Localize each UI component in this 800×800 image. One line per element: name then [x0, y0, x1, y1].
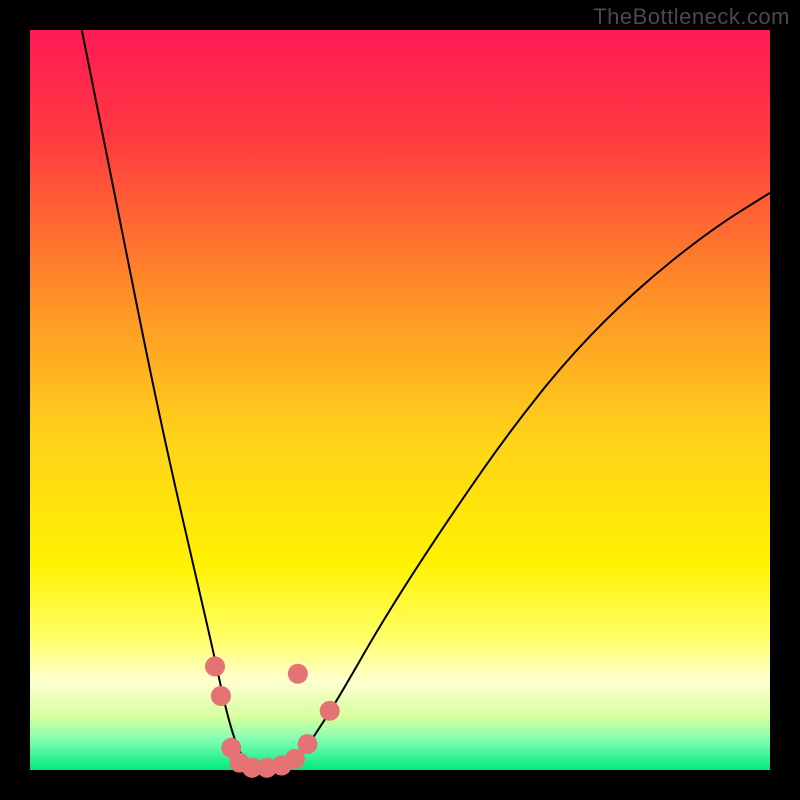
highlight-point: [320, 701, 340, 721]
highlight-point: [205, 656, 225, 676]
plot-background: [30, 30, 770, 770]
watermark-text: TheBottleneck.com: [593, 4, 790, 30]
highlight-point: [298, 734, 318, 754]
highlight-point: [288, 664, 308, 684]
highlight-point: [211, 686, 231, 706]
chart-frame: TheBottleneck.com: [0, 0, 800, 800]
bottleneck-chart: [0, 0, 800, 800]
